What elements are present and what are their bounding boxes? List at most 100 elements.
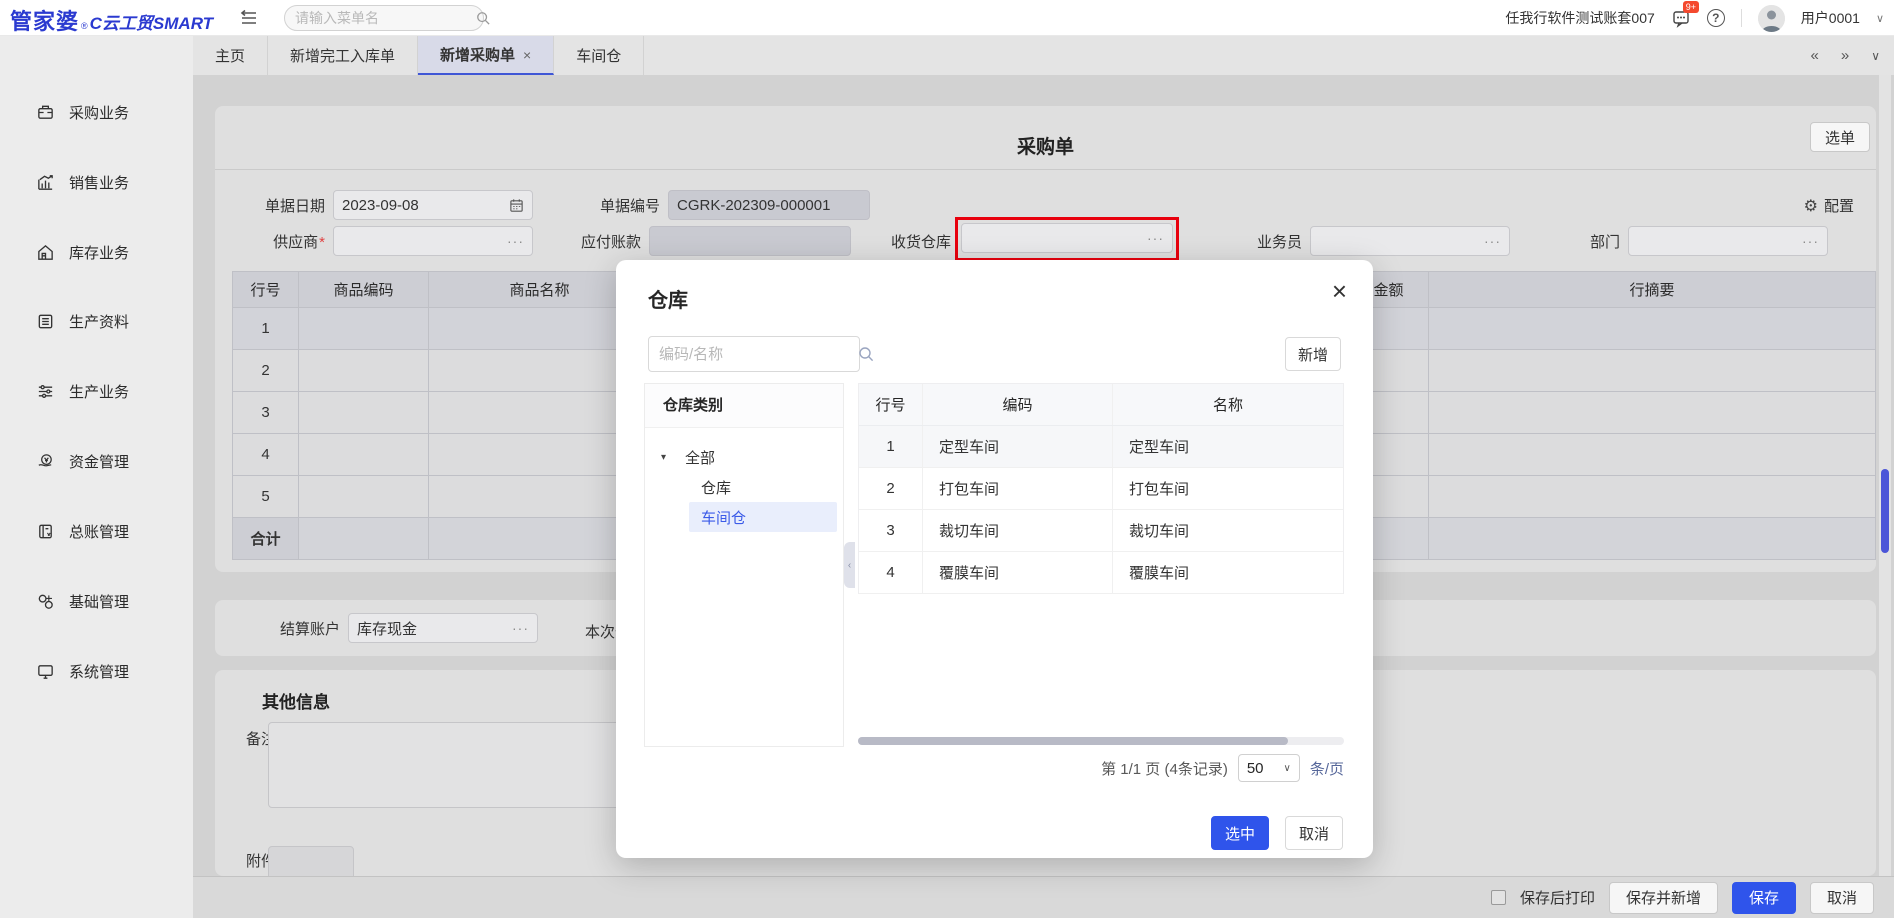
sidebar-item-production-data[interactable]: 生产资料 <box>0 301 193 341</box>
help-icon[interactable]: ? <box>1707 9 1725 27</box>
field-supplier: 供应商* ··· <box>245 226 533 256</box>
sidebar-item-production-biz[interactable]: 生产业务 <box>0 371 193 411</box>
warehouse-row[interactable]: 1 定型车间 定型车间 <box>859 426 1343 468</box>
field-warehouse: 收货仓库 <box>871 226 959 256</box>
config-button[interactable]: ⚙ 配置 <box>1804 195 1854 216</box>
field-payable: 应付账款 <box>561 226 851 256</box>
tab-new-finished-inbound[interactable]: 新增完工入库单 <box>268 36 418 75</box>
sidebar-item-ledger[interactable]: 总账管理 <box>0 511 193 551</box>
field-salesman: 业务员 ··· <box>1222 226 1510 256</box>
salesman-input[interactable]: ··· <box>1310 226 1510 256</box>
tab-home[interactable]: 主页 <box>193 36 268 75</box>
field-department: 部门 ··· <box>1540 226 1828 256</box>
user-name[interactable]: 用户0001 <box>1801 8 1860 28</box>
dialog-close-icon[interactable]: × <box>1332 278 1347 304</box>
account-name: 任我行软件测试账套007 <box>1505 8 1654 28</box>
tab-workshop-warehouse[interactable]: 车间仓 <box>554 36 644 75</box>
tabs-scroll-right-icon[interactable]: » <box>1841 47 1849 64</box>
field-doc-date: 单据日期 2023-09-08 <box>245 190 533 220</box>
panel-collapse-handle[interactable]: ‹ <box>844 542 855 588</box>
warehouse-input[interactable]: ··· <box>961 223 1173 253</box>
lookup-dots-icon[interactable]: ··· <box>512 620 529 636</box>
top-bar: 管家婆 ® C云工贸SMART 任我行软件测试账套007 9+ ? <box>0 0 1894 36</box>
sidebar-item-basic[interactable]: 基础管理 <box>0 581 193 621</box>
tabs-scroll-left-icon[interactable]: « <box>1811 47 1819 64</box>
tabbar-controls: « » ∨ <box>1811 36 1880 75</box>
warehouse-search-input[interactable] <box>659 346 858 363</box>
page-title: 采购单 <box>215 132 1876 159</box>
messages-icon[interactable]: 9+ <box>1671 8 1691 28</box>
payable-label: 应付账款 <box>561 231 641 252</box>
add-warehouse-button[interactable]: 新增 <box>1285 337 1341 371</box>
field-settle-account: 结算账户 库存现金 ··· <box>260 613 538 643</box>
lookup-dots-icon[interactable]: ··· <box>507 233 524 249</box>
print-after-save-checkbox[interactable] <box>1491 890 1506 905</box>
doc-no-input: CGRK-202309-000001 <box>668 190 870 220</box>
sidebar-item-label: 生产资料 <box>69 311 129 332</box>
tab-new-purchase-order[interactable]: 新增采购单 × <box>418 36 554 75</box>
total-label: 合计 <box>233 518 299 559</box>
sidebar-item-inventory[interactable]: 库存业务 <box>0 232 193 272</box>
tree-node-warehouse[interactable]: 仓库 <box>645 472 843 502</box>
lookup-dots-icon[interactable]: ··· <box>1484 233 1501 249</box>
sidebar-item-sales[interactable]: 销售业务 <box>0 162 193 202</box>
attachment-button-partial[interactable] <box>268 846 354 876</box>
save-button[interactable]: 保存 <box>1732 882 1796 914</box>
warehouse-row[interactable]: 2 打包车间 打包车间 <box>859 468 1343 510</box>
logo-subtext: C云工贸SMART <box>90 9 213 34</box>
warehouse-search[interactable] <box>648 336 860 372</box>
col-code: 编码 <box>923 384 1113 425</box>
sidebar-item-label: 销售业务 <box>69 172 129 193</box>
sliders-icon <box>36 382 55 401</box>
menu-search-input[interactable] <box>295 10 476 26</box>
lookup-dots-icon[interactable]: ··· <box>1147 230 1164 246</box>
sidebar-item-system[interactable]: 系统管理 <box>0 651 193 691</box>
salesman-label: 业务员 <box>1222 231 1302 252</box>
dialog-cancel-button[interactable]: 取消 <box>1285 816 1343 850</box>
warehouse-category-panel: 仓库类别 ▾ 全部 仓库 车间仓 <box>644 383 844 747</box>
settle-account-input[interactable]: 库存现金 ··· <box>348 613 538 643</box>
sidebar-item-label: 总账管理 <box>69 521 129 542</box>
tree-node-workshop-warehouse[interactable]: 车间仓 <box>689 502 837 532</box>
warehouse-label: 收货仓库 <box>871 231 951 252</box>
search-icon <box>858 346 874 362</box>
avatar[interactable] <box>1758 5 1785 32</box>
registered-mark: ® <box>81 21 88 31</box>
calendar-icon[interactable] <box>509 198 524 213</box>
warehouse-row[interactable]: 3 裁切车间 裁切车间 <box>859 510 1343 552</box>
sidebar-item-label: 库存业务 <box>69 242 129 263</box>
menu-search[interactable] <box>284 5 484 31</box>
print-after-save-label: 保存后打印 <box>1520 887 1595 908</box>
page-scrollbar-thumb[interactable] <box>1881 469 1889 553</box>
doc-date-label: 单据日期 <box>245 195 325 216</box>
warehouse-table: 行号 编码 名称 1 定型车间 定型车间 2 打包车间 打包车间 3 裁切车间 … <box>858 383 1344 594</box>
confirm-select-button[interactable]: 选中 <box>1211 816 1269 850</box>
sidebar-item-funds[interactable]: 资金管理 <box>0 441 193 481</box>
document-list-icon <box>36 312 55 331</box>
page-size-select[interactable]: 50 ∨ <box>1238 754 1300 782</box>
lookup-dots-icon[interactable]: ··· <box>1802 233 1819 249</box>
tabs-list-icon[interactable]: ∨ <box>1871 49 1880 63</box>
sales-icon <box>36 173 55 192</box>
warehouse-row[interactable]: 4 覆膜车间 覆膜车间 <box>859 552 1343 594</box>
sidebar-item-label: 基础管理 <box>69 591 129 612</box>
sidebar-item-purchase[interactable]: 采购业务 <box>0 92 193 132</box>
menu-collapse-icon[interactable] <box>238 7 260 29</box>
save-and-new-button[interactable]: 保存并新增 <box>1609 882 1718 914</box>
supplier-input[interactable]: ··· <box>333 226 533 256</box>
dialog-title: 仓库 <box>648 284 688 313</box>
caret-down-icon[interactable]: ▾ <box>661 452 666 463</box>
sidebar-item-label: 采购业务 <box>69 102 129 123</box>
department-label: 部门 <box>1540 231 1620 252</box>
tab-close-icon[interactable]: × <box>523 47 531 63</box>
doc-date-input[interactable]: 2023-09-08 <box>333 190 533 220</box>
col-line-no: 行号 <box>233 272 299 307</box>
department-input[interactable]: ··· <box>1628 226 1828 256</box>
tree-node-all[interactable]: ▾ 全部 <box>645 442 843 472</box>
app-logo: 管家婆 ® C云工贸SMART <box>10 4 213 36</box>
topbar-right: 任我行软件测试账套007 9+ ? 用户0001 ∨ <box>1505 0 1884 36</box>
message-badge: 9+ <box>1683 1 1699 13</box>
table-hscrollbar-thumb[interactable] <box>858 737 1288 745</box>
user-chevron-icon[interactable]: ∨ <box>1876 12 1884 25</box>
cancel-button[interactable]: 取消 <box>1810 882 1874 914</box>
